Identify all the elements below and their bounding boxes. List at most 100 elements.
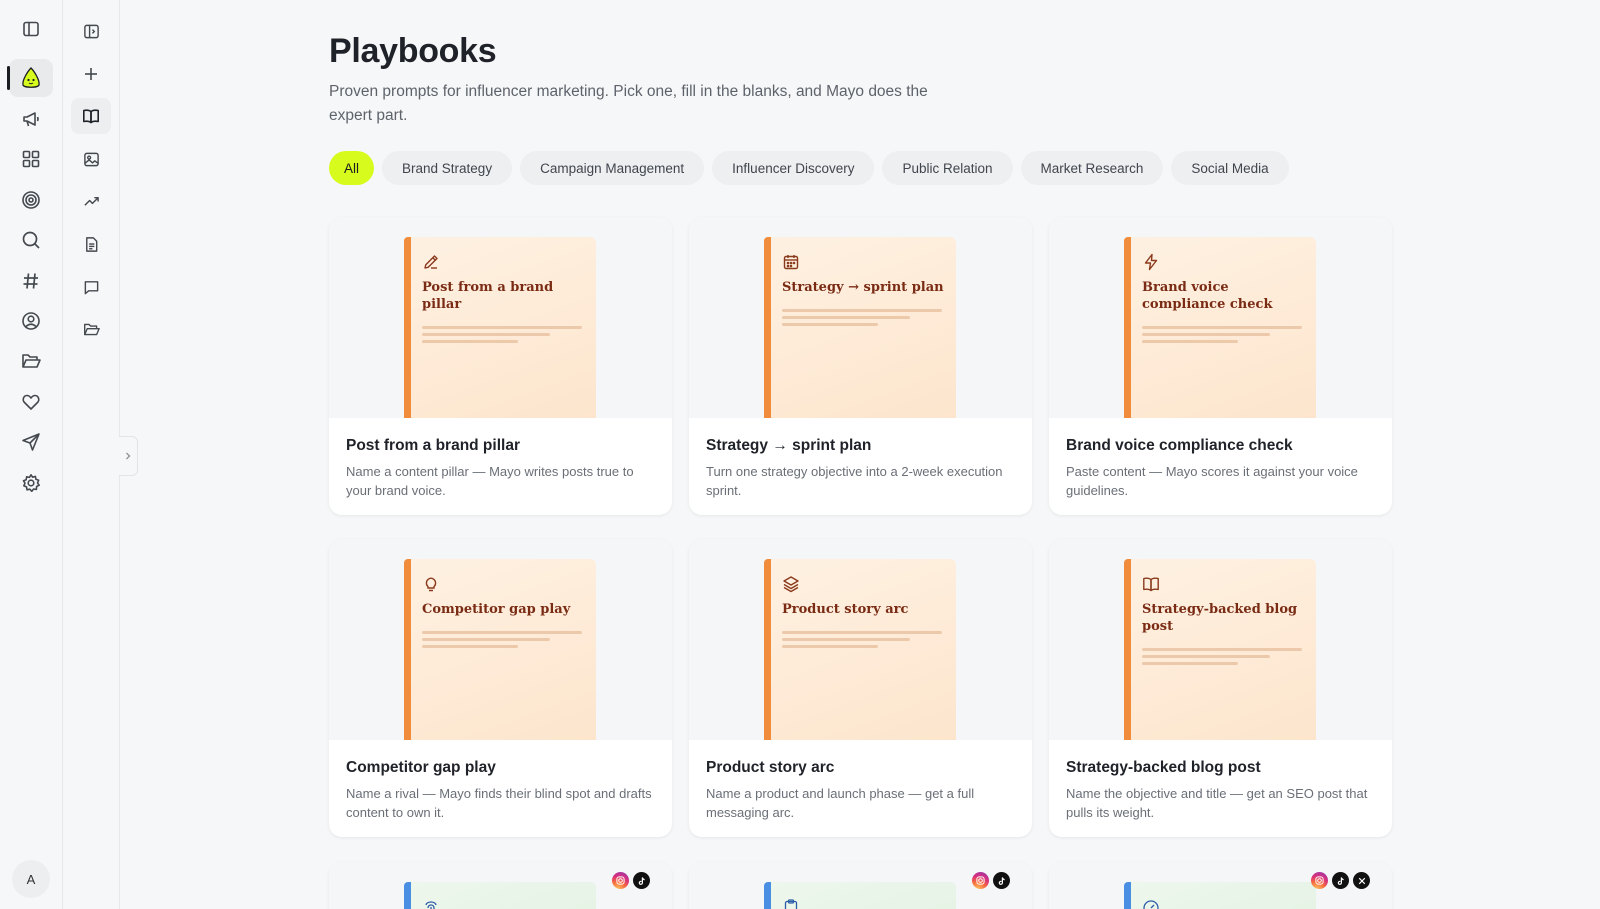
user-avatar[interactable]: A (12, 860, 50, 898)
filter-chip-influencer-discovery[interactable]: Influencer Discovery (712, 151, 875, 185)
nav-outreach[interactable] (9, 423, 53, 461)
filter-chip-brand-strategy[interactable]: Brand Strategy (382, 151, 513, 185)
book-cover-title: Strategy → sprint plan (782, 280, 944, 295)
panel-playbooks[interactable] (71, 98, 111, 134)
nav-favorites[interactable] (9, 383, 53, 421)
platform-badges (972, 872, 1010, 889)
book-cover: Competitor gap play (404, 559, 596, 740)
card-title: Competitor gap play (346, 759, 496, 776)
chevron-right-icon (126, 452, 131, 460)
card-title: Brand voice compliance check (1066, 437, 1293, 454)
filter-chip-campaign-management[interactable]: Campaign Management (520, 151, 705, 185)
card-description: Turn one strategy objective into a 2-wee… (706, 464, 1003, 498)
avatar-initial: A (26, 871, 36, 887)
search-icon (22, 231, 40, 249)
panel-folders[interactable] (71, 311, 111, 347)
instagram-icon (972, 872, 989, 889)
card-preview: Competitor gap play (329, 539, 672, 740)
layers-icon (783, 576, 799, 593)
heart-icon (22, 394, 40, 410)
book-cover (404, 882, 596, 909)
folder-open-icon (22, 354, 41, 368)
nav-dashboard[interactable] (9, 140, 53, 178)
book-cover: Strategy → sprint plan (764, 237, 956, 418)
playbook-card[interactable]: Competitor gap play Competitor gap play … (329, 539, 672, 837)
card-preview: Product story arc (689, 539, 1032, 740)
card-preview (1049, 862, 1392, 909)
sidebar-toggle-button[interactable] (9, 10, 53, 48)
panel-analytics[interactable] (71, 183, 111, 219)
panel-collapse-handle[interactable] (119, 436, 138, 476)
playbook-card[interactable] (1049, 862, 1392, 909)
playbook-card[interactable]: Product story arc Product story arc Name… (689, 539, 1032, 837)
nav-profile[interactable] (9, 302, 53, 340)
book-cover-title: Strategy-backed blog post (1142, 602, 1298, 634)
filter-chip-social-media[interactable]: Social Media (1171, 151, 1289, 185)
lightbulb-icon (425, 577, 437, 592)
book-cover: Strategy-backed blog post (1124, 559, 1316, 740)
card-preview: Post from a brand pillar (329, 217, 672, 418)
panel-media[interactable] (71, 141, 111, 177)
new-item-button[interactable] (71, 56, 111, 92)
playbook-card[interactable] (329, 862, 672, 909)
nav-campaigns[interactable] (9, 100, 53, 138)
playbook-card[interactable]: Strategy-backed blog post Strategy-backe… (1049, 539, 1392, 837)
card-title: Strategy → sprint plan (706, 437, 872, 454)
nav-home[interactable] (7, 59, 53, 97)
book-cover (764, 882, 956, 909)
book-cover-title: Competitor gap play (422, 602, 571, 617)
card-preview: Strategy-backed blog post (1049, 539, 1392, 740)
hashtag-icon (23, 273, 38, 289)
page-title: Playbooks (329, 32, 497, 70)
settings-icon (22, 474, 40, 493)
send-icon (22, 433, 40, 451)
card-title: Strategy-backed blog post (1066, 759, 1261, 776)
card-title: Product story arc (706, 759, 835, 776)
filter-chip-all[interactable]: All (329, 151, 375, 185)
x-icon (1353, 872, 1370, 889)
pencil-icon (424, 255, 438, 269)
folder-icon (83, 323, 100, 335)
category-filters: All Brand Strategy Campaign Management I… (329, 151, 1289, 185)
nav-hashtags[interactable] (9, 262, 53, 300)
instagram-icon (1311, 872, 1328, 889)
panel-expand-button[interactable] (71, 13, 111, 49)
instagram-icon (612, 872, 629, 889)
card-preview: Brand voice compliance check (1049, 217, 1392, 418)
target-icon (22, 191, 40, 209)
nav-settings[interactable] (9, 464, 53, 502)
platform-badges (612, 872, 650, 889)
nav-goals[interactable] (9, 181, 53, 219)
panel-expand-icon (83, 24, 99, 38)
book-cover-title: Post from a brand pillar (422, 280, 554, 312)
book-cover-title: Brand voice compliance check (1142, 280, 1273, 312)
book-open-icon (83, 109, 99, 124)
user-circle-icon (22, 312, 40, 330)
calendar-icon (783, 255, 799, 270)
card-preview (689, 862, 1032, 909)
filter-chip-market-research[interactable]: Market Research (1020, 151, 1164, 185)
sidebar-toggle-icon (23, 21, 39, 37)
panel-chats[interactable] (71, 269, 111, 305)
card-preview (329, 862, 672, 909)
panel-documents[interactable] (71, 226, 111, 262)
filter-chip-public-relation[interactable]: Public Relation (882, 151, 1013, 185)
book-cover: Post from a brand pillar (404, 237, 596, 418)
playbook-card[interactable]: Brand voice compliance check Brand voice… (1049, 217, 1392, 515)
playbook-card[interactable]: Post from a brand pillar Post from a bra… (329, 217, 672, 515)
trending-up-icon (83, 196, 99, 206)
dashboard-icon (22, 150, 40, 168)
lightning-icon (1144, 253, 1158, 271)
card-description: Paste content — Mayo scores it against y… (1066, 464, 1358, 498)
playbook-card[interactable]: Strategy → sprint plan Strategy → sprint… (689, 217, 1032, 515)
fingerprint-icon (425, 901, 437, 909)
book-cover: Brand voice compliance check (1124, 237, 1316, 418)
megaphone-icon (23, 112, 39, 127)
book-cover (1124, 882, 1316, 909)
card-description: Name a rival — Mayo finds their blind sp… (346, 786, 652, 820)
playbook-card[interactable] (689, 862, 1032, 909)
nav-files[interactable] (9, 342, 53, 380)
nav-search[interactable] (9, 221, 53, 259)
card-preview: Strategy → sprint plan (689, 217, 1032, 418)
card-description: Name a content pillar — Mayo writes post… (346, 464, 634, 498)
